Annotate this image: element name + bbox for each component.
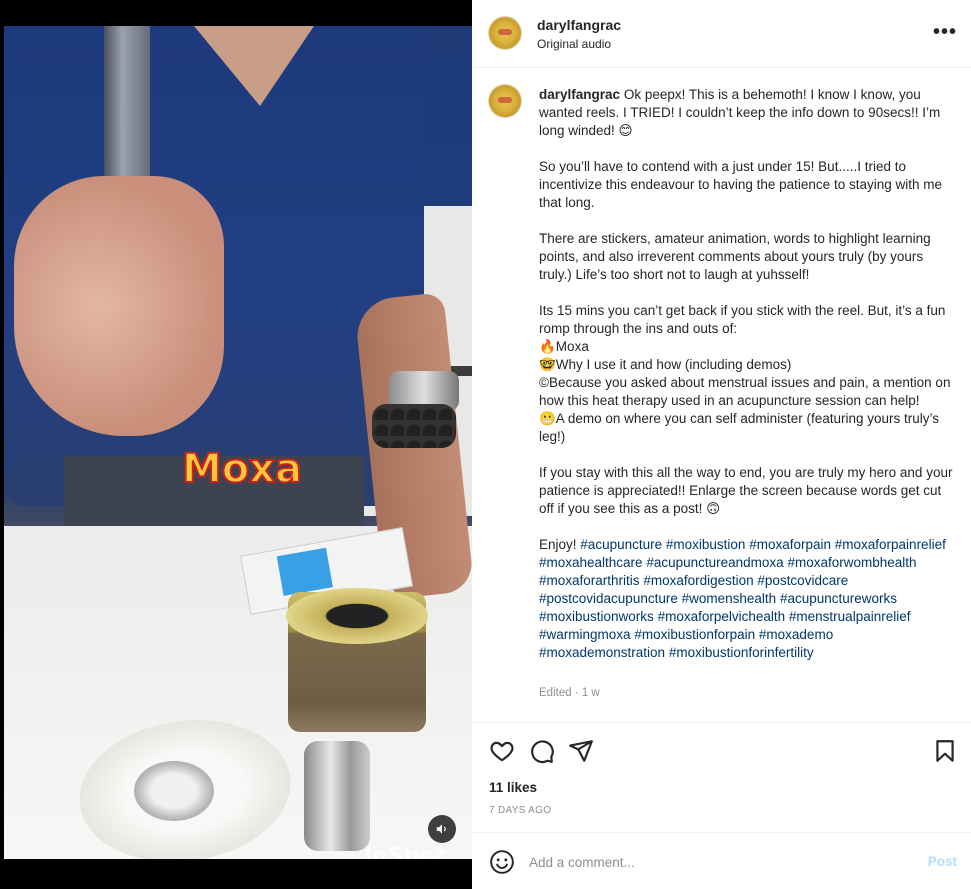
avatar[interactable]	[489, 17, 521, 49]
speaker-icon[interactable]	[428, 815, 456, 843]
moxa-jar	[286, 588, 428, 732]
tealight-candle	[134, 761, 214, 821]
caption-line: So you’ll have to contend with a just un…	[539, 159, 942, 210]
emoji-icon[interactable]	[489, 849, 515, 875]
hashtag-link[interactable]: #acupuncture	[580, 537, 662, 552]
header-username[interactable]: darylfangrac	[537, 17, 621, 33]
hashtag-link[interactable]: #menstrualpainrelief	[789, 609, 911, 624]
caption-line: ©Because you asked about menstrual issue…	[539, 375, 951, 408]
caption-line: 😬A demo on where you can self administer…	[539, 411, 939, 444]
hand	[14, 176, 224, 436]
hashtag-link[interactable]: #moxaforarthritis	[539, 573, 640, 588]
hashtag-link[interactable]: #acupunctureandmoxa	[646, 555, 783, 570]
like-count[interactable]: 11 likes	[489, 780, 537, 795]
action-bar	[472, 723, 971, 779]
hashtag-link[interactable]: #womenshealth	[682, 591, 777, 606]
post-media[interactable]: Moxa InShot	[0, 0, 472, 889]
hashtag-link[interactable]: #acupunctureworks	[780, 591, 897, 606]
post-date[interactable]: 7 DAYS AGO	[489, 805, 551, 816]
hashtag-link[interactable]: #moxaforpainrelief	[835, 537, 946, 552]
hashtag-link[interactable]: #moxaforpain	[749, 537, 831, 552]
moxa-extinguisher	[304, 741, 370, 851]
caption-avatar[interactable]	[489, 85, 521, 117]
caption-username[interactable]: darylfangrac	[539, 87, 620, 102]
caption-line: If you stay with this all the way to end…	[539, 465, 953, 516]
hashtag-link[interactable]: #warmingmoxa	[539, 627, 631, 642]
comment-icon[interactable]	[529, 738, 555, 764]
video-frame[interactable]: Moxa InShot	[4, 26, 472, 859]
paper-plane-icon[interactable]	[568, 738, 594, 764]
caption-line: 🤓Why I use it and how (including demos)	[539, 357, 792, 372]
video-caption: Moxa	[181, 445, 303, 493]
caption-paragraph: There are stickers, amateur animation, w…	[539, 230, 955, 284]
caption-paragraph: Its 15 mins you can’t get back if you st…	[539, 302, 955, 446]
hashtag-link[interactable]: #moxaforwombhealth	[787, 555, 916, 570]
edited-timestamp: Edited · 1 w	[539, 687, 600, 699]
caption-area: darylfangrac Ok peepx! This is a behemot…	[472, 69, 971, 723]
hashtag-link[interactable]: #postcovidacupuncture	[539, 591, 678, 606]
caption-text: darylfangrac Ok peepx! This is a behemot…	[539, 86, 955, 662]
hashtag-link[interactable]: #moxaforpelvichealth	[658, 609, 786, 624]
heart-icon[interactable]	[489, 738, 515, 764]
hashtag-link[interactable]: #postcovidcare	[757, 573, 848, 588]
jar-lid	[286, 588, 428, 644]
bookmark-icon[interactable]	[932, 738, 958, 764]
bead-bracelet	[372, 404, 456, 448]
caption-line: There are stickers, amateur animation, w…	[539, 231, 931, 282]
hashtag-link[interactable]: #moxafordigestion	[643, 573, 753, 588]
audio-label[interactable]: Original audio	[537, 37, 611, 51]
post-details-panel: darylfangrac Original audio ••• darylfan…	[472, 0, 971, 889]
comment-input[interactable]	[529, 852, 909, 872]
caption-paragraph: So you’ll have to contend with a just un…	[539, 158, 955, 212]
hashtag-link[interactable]: #moxahealthcare	[539, 555, 643, 570]
caption-paragraph: If you stay with this all the way to end…	[539, 464, 955, 518]
watermark: InShot	[364, 844, 445, 859]
box-label	[276, 547, 333, 596]
speaker-glyph	[436, 824, 446, 834]
post-button[interactable]: Post	[928, 854, 957, 869]
post-header: darylfangrac Original audio •••	[472, 0, 971, 68]
more-options-icon[interactable]: •••	[933, 22, 957, 42]
caption-line: 🔥Moxa	[539, 339, 589, 354]
hashtag-link[interactable]: #moxibustionforinfertility	[669, 645, 814, 660]
hashtag-link[interactable]: #moxademo	[759, 627, 833, 642]
caption-enjoy: Enjoy!	[539, 537, 577, 552]
hashtag-link[interactable]: #moxibustionforpain	[634, 627, 755, 642]
caption-line: Its 15 mins you can’t get back if you st…	[539, 303, 946, 336]
caption-hashtags: Enjoy! #acupuncture #moxibustion #moxafo…	[539, 537, 946, 660]
comment-bar: Post	[472, 832, 971, 889]
hashtag-link[interactable]: #moxademonstration	[539, 645, 665, 660]
hashtag-link[interactable]: #moxibustionworks	[539, 609, 654, 624]
hashtag-link[interactable]: #moxibustion	[666, 537, 746, 552]
